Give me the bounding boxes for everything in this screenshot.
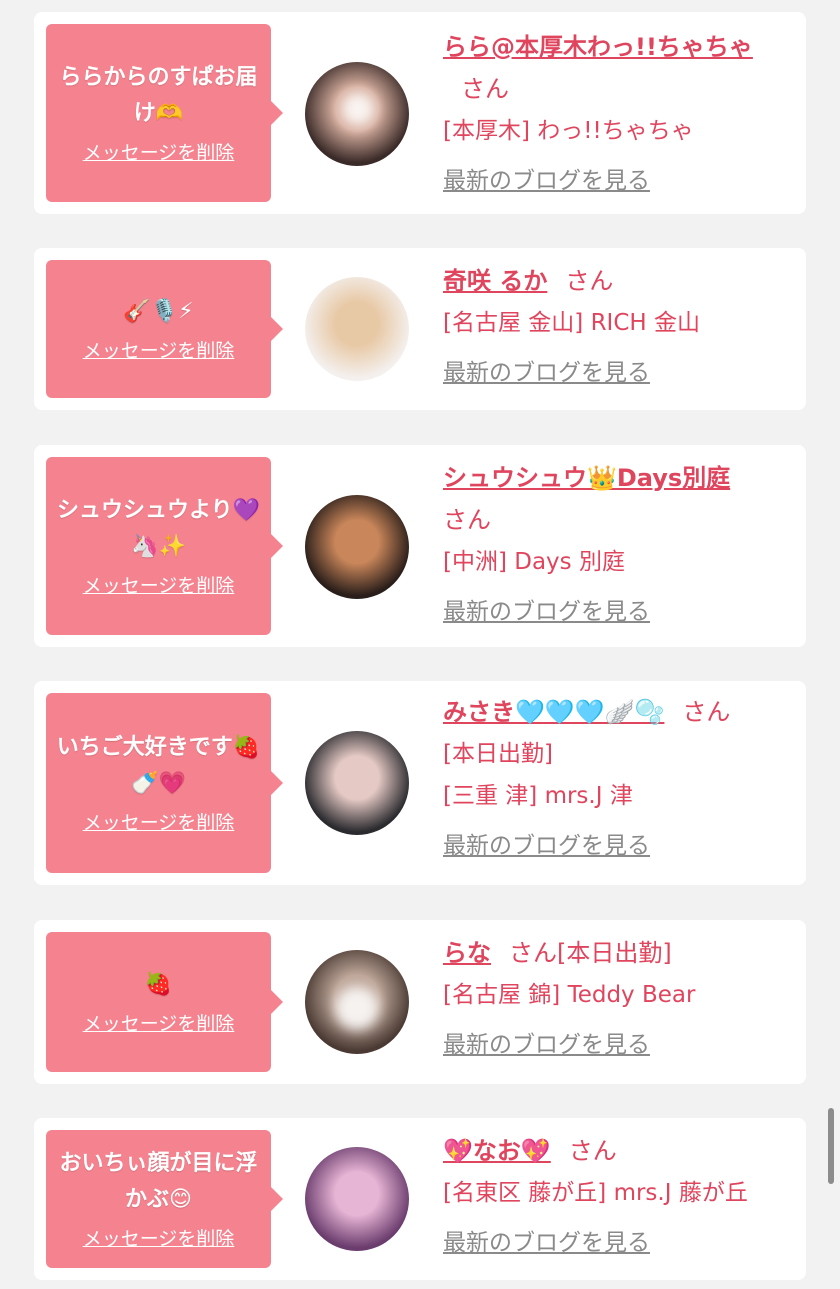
avatar[interactable]: [305, 731, 409, 835]
shop-label: [本厚木] わっ!!ちゃちゃ: [443, 118, 694, 144]
message-card: おいちぃ顔が目に浮かぶ😊 メッセージを削除 💖なお💖 さん [名東区 藤が丘] m…: [34, 1118, 806, 1280]
delete-message-link[interactable]: メッセージを削除: [83, 573, 235, 599]
latest-blog-link[interactable]: 最新のブログを見る: [443, 825, 793, 867]
latest-blog-link[interactable]: 最新のブログを見る: [443, 1024, 793, 1066]
avatar[interactable]: [305, 1147, 409, 1251]
shop-label: [中洲] Days 別庭: [443, 549, 625, 575]
message-bubble: 🍓 メッセージを削除: [46, 932, 283, 1072]
message-text: ららからのすぱお届け🫶: [59, 65, 258, 126]
cast-info: らな さん[本日出勤] [名古屋 錦] Teddy Bear 最新のブログを見る: [443, 932, 793, 1066]
message-card: 🎸🎙️⚡ メッセージを削除 奇咲 るか さん [名古屋 金山] RICH 金山 最…: [34, 248, 806, 410]
cast-name-link[interactable]: らら@本厚木わっ!!ちゃちゃ: [443, 33, 753, 61]
cast-info: シュウシュウ👑Days別庭 さん [中洲] Days 別庭 最新のブログを見る: [443, 457, 793, 633]
message-bubble: ららからのすぱお届け🫶 メッセージを削除: [46, 24, 283, 202]
avatar[interactable]: [305, 950, 409, 1054]
message-card: 🍓 メッセージを削除 らな さん[本日出勤] [名古屋 錦] Teddy Bear…: [34, 920, 806, 1084]
honorific: さん: [461, 75, 509, 103]
latest-blog-link[interactable]: 最新のブログを見る: [443, 591, 793, 633]
scrollbar[interactable]: [828, 1108, 834, 1184]
shop-label: [名古屋 金山] RICH 金山: [443, 310, 700, 336]
honorific: さん: [568, 1137, 617, 1165]
message-bubble: いちご大好きです🍓🍼💗 メッセージを削除: [46, 693, 283, 873]
cast-info: 奇咲 るか さん [名古屋 金山] RICH 金山 最新のブログを見る: [443, 260, 793, 394]
delete-message-link[interactable]: メッセージを削除: [83, 338, 235, 364]
blur-icon: [335, 986, 379, 1030]
avatar[interactable]: [305, 62, 409, 166]
honorific: さん: [443, 506, 491, 534]
avatar[interactable]: [305, 495, 409, 599]
shop-label: [名東区 藤が丘] mrs.J 藤が丘: [443, 1180, 748, 1206]
shop-label: [名古屋 錦] Teddy Bear: [443, 982, 696, 1008]
message-text: 🍓: [144, 972, 173, 997]
message-bubble: 🎸🎙️⚡ メッセージを削除: [46, 260, 283, 398]
shop-label: [三重 津] mrs.J 津: [443, 783, 633, 809]
cast-name-link[interactable]: みさき🩵🩵🩵🪽🫧: [443, 698, 664, 726]
message-bubble: シュウシュウより💜🦄✨ メッセージを削除: [46, 457, 283, 635]
message-text: いちご大好きです🍓🍼💗: [56, 735, 261, 796]
cast-name-link[interactable]: 奇咲 るか: [443, 267, 547, 295]
message-card: いちご大好きです🍓🍼💗 メッセージを削除 みさき🩵🩵🩵🪽🫧 さん [本日出勤] […: [34, 681, 806, 885]
message-text: 🎸🎙️⚡: [123, 299, 194, 324]
delete-message-link[interactable]: メッセージを削除: [83, 140, 235, 166]
honorific: さん: [682, 698, 731, 726]
message-card: シュウシュウより💜🦄✨ メッセージを削除 シュウシュウ👑Days別庭 さん [中…: [34, 445, 806, 647]
cast-info: らら@本厚木わっ!!ちゃちゃさん [本厚木] わっ!!ちゃちゃ 最新のブログを見…: [443, 26, 793, 202]
delete-message-link[interactable]: メッセージを削除: [83, 1226, 235, 1252]
cast-name-link[interactable]: 💖なお💖: [443, 1137, 551, 1165]
message-card: ららからのすぱお届け🫶 メッセージを削除 らら@本厚木わっ!!ちゃちゃさん [本…: [34, 12, 806, 214]
message-text: シュウシュウより💜🦄✨: [57, 498, 260, 559]
cast-info: 💖なお💖 さん [名東区 藤が丘] mrs.J 藤が丘 最新のブログを見る: [443, 1130, 793, 1264]
honorific: さん: [565, 267, 614, 295]
heart-icon: [341, 92, 375, 126]
status-label: [本日出勤]: [557, 939, 672, 967]
delete-message-link[interactable]: メッセージを削除: [83, 810, 235, 836]
message-bubble: おいちぃ顔が目に浮かぶ😊 メッセージを削除: [46, 1130, 283, 1268]
avatar[interactable]: [305, 277, 409, 381]
message-text: おいちぃ顔が目に浮かぶ😊: [59, 1151, 258, 1212]
cast-info: みさき🩵🩵🩵🪽🫧 さん [本日出勤] [三重 津] mrs.J 津 最新のブログを…: [443, 691, 793, 867]
cast-name-link[interactable]: らな: [443, 939, 491, 967]
honorific: さん: [509, 939, 557, 967]
status-label: [本日出勤]: [443, 741, 553, 767]
latest-blog-link[interactable]: 最新のブログを見る: [443, 352, 793, 394]
latest-blog-link[interactable]: 最新のブログを見る: [443, 160, 793, 202]
latest-blog-link[interactable]: 最新のブログを見る: [443, 1222, 793, 1264]
cast-name-link[interactable]: シュウシュウ👑Days別庭: [443, 464, 730, 492]
delete-message-link[interactable]: メッセージを削除: [83, 1011, 235, 1037]
